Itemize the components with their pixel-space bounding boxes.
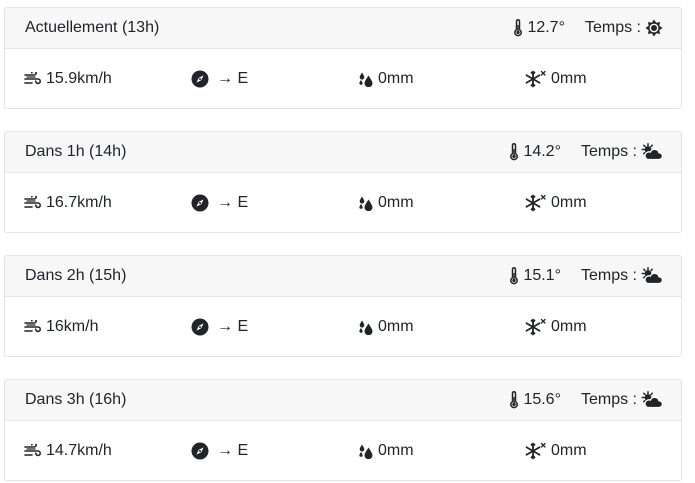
rain-metric: 0mm [358,421,414,480]
forecast-card-header: Actuellement (13h) 12.7° Temps : [5,8,681,49]
cloud-sun-icon [641,267,663,285]
wind-speed-value: 16.7km/h [46,194,112,211]
wind-icon [24,72,41,85]
compass-icon [191,318,209,336]
wind-speed-metric: 16.7km/h [24,173,112,232]
rain-value: 0mm [378,194,414,211]
thermometer-icon [510,143,519,161]
wind-direction-metric: → E [191,421,249,480]
wind-speed-metric: 16km/h [24,297,99,356]
weather-group: Temps : [581,256,663,296]
compass-icon [191,442,209,460]
raindrops-icon [359,196,373,211]
snow-metric: 0mm [525,421,587,480]
weather-label: Temps : [580,391,637,408]
rain-value: 0mm [378,70,414,87]
snow-metric: 0mm [525,49,587,108]
snow-metric: 0mm [525,297,587,356]
compass-icon [191,194,209,212]
raindrops-icon [359,444,373,459]
temperature-group: 12.7° [513,8,565,48]
rain-value: 0mm [378,318,414,335]
wind-direction-value: → E [217,194,249,211]
forecast-card-header: Dans 1h (14h) 14.2° Temps : [5,132,681,173]
header-right: 15.1° Temps : [509,256,663,296]
weather-group: Temps : [581,132,663,172]
wind-direction-value: → E [217,70,249,87]
snow-value: 0mm [551,194,587,211]
thermometer-icon [514,19,523,37]
cloud-sun-icon [641,143,663,161]
snow-value: 0mm [551,70,587,87]
thermometer-icon [510,267,519,285]
temperature-group: 14.2° [509,132,561,172]
forecast-card-plus-1h: Dans 1h (14h) 14.2° Temps : 16.7km/h → E… [4,131,682,233]
snowflake-icon [525,194,546,212]
forecast-card-now: Actuellement (13h) 12.7° Temps : 15.9km/… [4,7,682,109]
forecast-title: Dans 1h (14h) [25,143,127,160]
snow-metric: 0mm [525,173,587,232]
wind-direction-metric: → E [191,49,249,108]
temperature-value: 15.1° [523,267,561,284]
wind-speed-metric: 14.7km/h [24,421,112,480]
weather-group: Temps : [585,8,663,48]
snowflake-icon [525,318,546,336]
forecast-card-plus-2h: Dans 2h (15h) 15.1° Temps : 16km/h → E 0… [4,255,682,357]
temperature-value: 15.6° [523,391,561,408]
raindrops-icon [359,320,373,335]
compass-icon [191,70,209,88]
rain-metric: 0mm [358,297,414,356]
rain-metric: 0mm [358,173,414,232]
forecast-title: Dans 3h (16h) [25,391,127,408]
forecast-title: Dans 2h (15h) [25,267,127,284]
temperature-group: 15.1° [509,256,561,296]
wind-speed-value: 16km/h [46,318,99,335]
weather-label: Temps : [580,143,637,160]
wind-icon [24,196,41,209]
forecast-card-header: Dans 3h (16h) 15.6° Temps : [5,380,681,421]
rain-metric: 0mm [358,49,414,108]
wind-direction-value: → E [217,442,249,459]
temperature-value: 14.2° [523,143,561,160]
cloud-sun-icon [641,391,663,409]
temperature-group: 15.6° [509,380,561,420]
wind-speed-metric: 15.9km/h [24,49,112,108]
forecast-card-body: 14.7km/h → E 0mm 0mm [5,421,681,480]
temperature-value: 12.7° [527,19,565,36]
forecast-card-body: 15.9km/h → E 0mm 0mm [5,49,681,108]
wind-speed-value: 15.9km/h [46,70,112,87]
wind-direction-value: → E [217,318,249,335]
snowflake-icon [525,70,546,88]
snow-value: 0mm [551,318,587,335]
wind-direction-metric: → E [191,297,249,356]
wind-icon [24,444,41,457]
wind-direction-metric: → E [191,173,249,232]
forecast-card-header: Dans 2h (15h) 15.1° Temps : [5,256,681,297]
raindrops-icon [359,72,373,87]
snow-value: 0mm [551,442,587,459]
forecast-card-body: 16km/h → E 0mm 0mm [5,297,681,356]
header-right: 14.2° Temps : [509,132,663,172]
thermometer-icon [510,391,519,409]
sun-icon [645,19,663,37]
weather-group: Temps : [581,380,663,420]
header-right: 12.7° Temps : [513,8,663,48]
weather-label: Temps : [580,267,637,284]
forecast-title: Actuellement (13h) [25,19,160,36]
weather-label: Temps : [584,19,641,36]
wind-speed-value: 14.7km/h [46,442,112,459]
snowflake-icon [525,442,546,460]
forecast-card-body: 16.7km/h → E 0mm 0mm [5,173,681,232]
forecast-card-plus-3h: Dans 3h (16h) 15.6° Temps : 14.7km/h → E… [4,379,682,481]
header-right: 15.6° Temps : [509,380,663,420]
wind-icon [24,320,41,333]
rain-value: 0mm [378,442,414,459]
